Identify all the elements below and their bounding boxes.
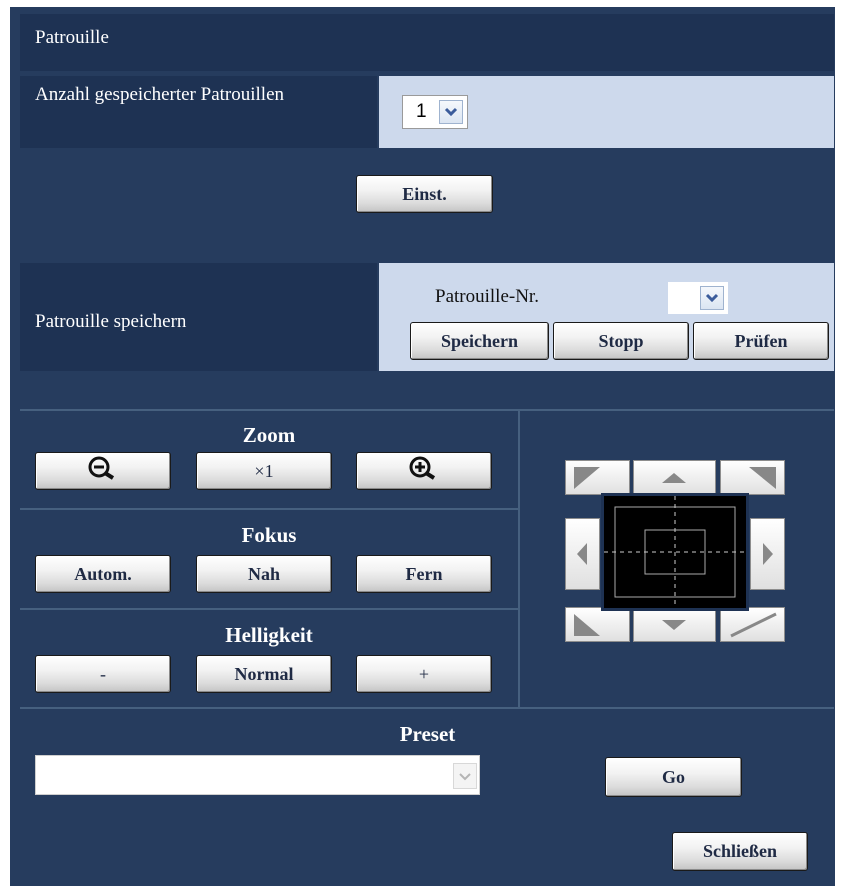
preset-title: Preset <box>399 722 456 746</box>
save-label: Patrouille speichern <box>35 311 187 332</box>
pan-tilt-pad <box>565 460 785 645</box>
pan-left-button[interactable] <box>565 518 600 590</box>
patrol-no-label: Patrouille-Nr. <box>435 286 539 307</box>
zoom-out-icon <box>85 456 121 487</box>
divider <box>20 409 834 411</box>
zoom-in-button[interactable] <box>356 452 492 490</box>
close-button[interactable]: Schließen <box>672 832 808 871</box>
arrow-up-right-icon <box>749 467 776 489</box>
pan-right-button[interactable] <box>750 518 785 590</box>
divider <box>20 707 834 709</box>
arrow-up-left-icon <box>574 467 600 489</box>
focus-far-button[interactable]: Fern <box>356 555 492 593</box>
save-label-cell: Patrouille speichern <box>20 263 377 371</box>
zoom-out-button[interactable] <box>35 452 171 490</box>
divider <box>518 411 520 707</box>
brightness-minus-button[interactable]: - <box>35 655 171 693</box>
divider <box>20 508 518 510</box>
pan-up-left-button[interactable] <box>565 460 630 495</box>
patrol-count-select[interactable]: 1 <box>402 95 468 129</box>
stop-patrol-button[interactable]: Stopp <box>553 322 689 360</box>
brightness-normal-button[interactable]: Normal <box>196 655 332 693</box>
set-button[interactable]: Einst. <box>356 175 493 213</box>
zoom-in-icon <box>406 456 442 487</box>
patrol-no-select[interactable] <box>667 281 729 315</box>
pan-up-button[interactable] <box>633 460 716 495</box>
crosshair-icon <box>604 496 746 608</box>
camera-view-area[interactable] <box>601 493 749 611</box>
preset-go-button[interactable]: Go <box>605 757 742 797</box>
preset-select[interactable] <box>35 755 480 795</box>
zoom-title: Zoom <box>242 423 296 447</box>
arrow-up-icon <box>662 473 686 483</box>
count-label-cell: Anzahl gespeicherter Patrouillen <box>20 76 377 148</box>
section-header: Patrouille <box>20 14 834 71</box>
zoom-reset-button[interactable]: ×1 <box>196 452 332 490</box>
check-patrol-button[interactable]: Prüfen <box>693 322 829 360</box>
focus-title: Fokus <box>241 523 297 547</box>
chevron-down-icon[interactable] <box>700 286 724 310</box>
save-patrol-button[interactable]: Speichern <box>410 322 549 360</box>
chevron-down-icon[interactable] <box>453 763 477 789</box>
focus-near-button[interactable]: Nah <box>196 555 332 593</box>
pan-up-right-button[interactable] <box>720 460 785 495</box>
divider <box>20 608 518 610</box>
zoom-reset-label: ×1 <box>254 460 274 481</box>
brightness-title: Helligkeit <box>225 623 313 647</box>
brightness-plus-button[interactable]: + <box>356 655 492 693</box>
arrow-right-icon <box>763 543 773 565</box>
count-label: Anzahl gespeicherter Patrouillen <box>35 84 285 105</box>
arrow-left-icon <box>577 543 587 565</box>
patrol-count-value: 1 <box>416 101 427 122</box>
chevron-down-icon[interactable] <box>439 100 463 124</box>
section-title: Patrouille <box>35 27 109 48</box>
focus-auto-button[interactable]: Autom. <box>35 555 171 593</box>
